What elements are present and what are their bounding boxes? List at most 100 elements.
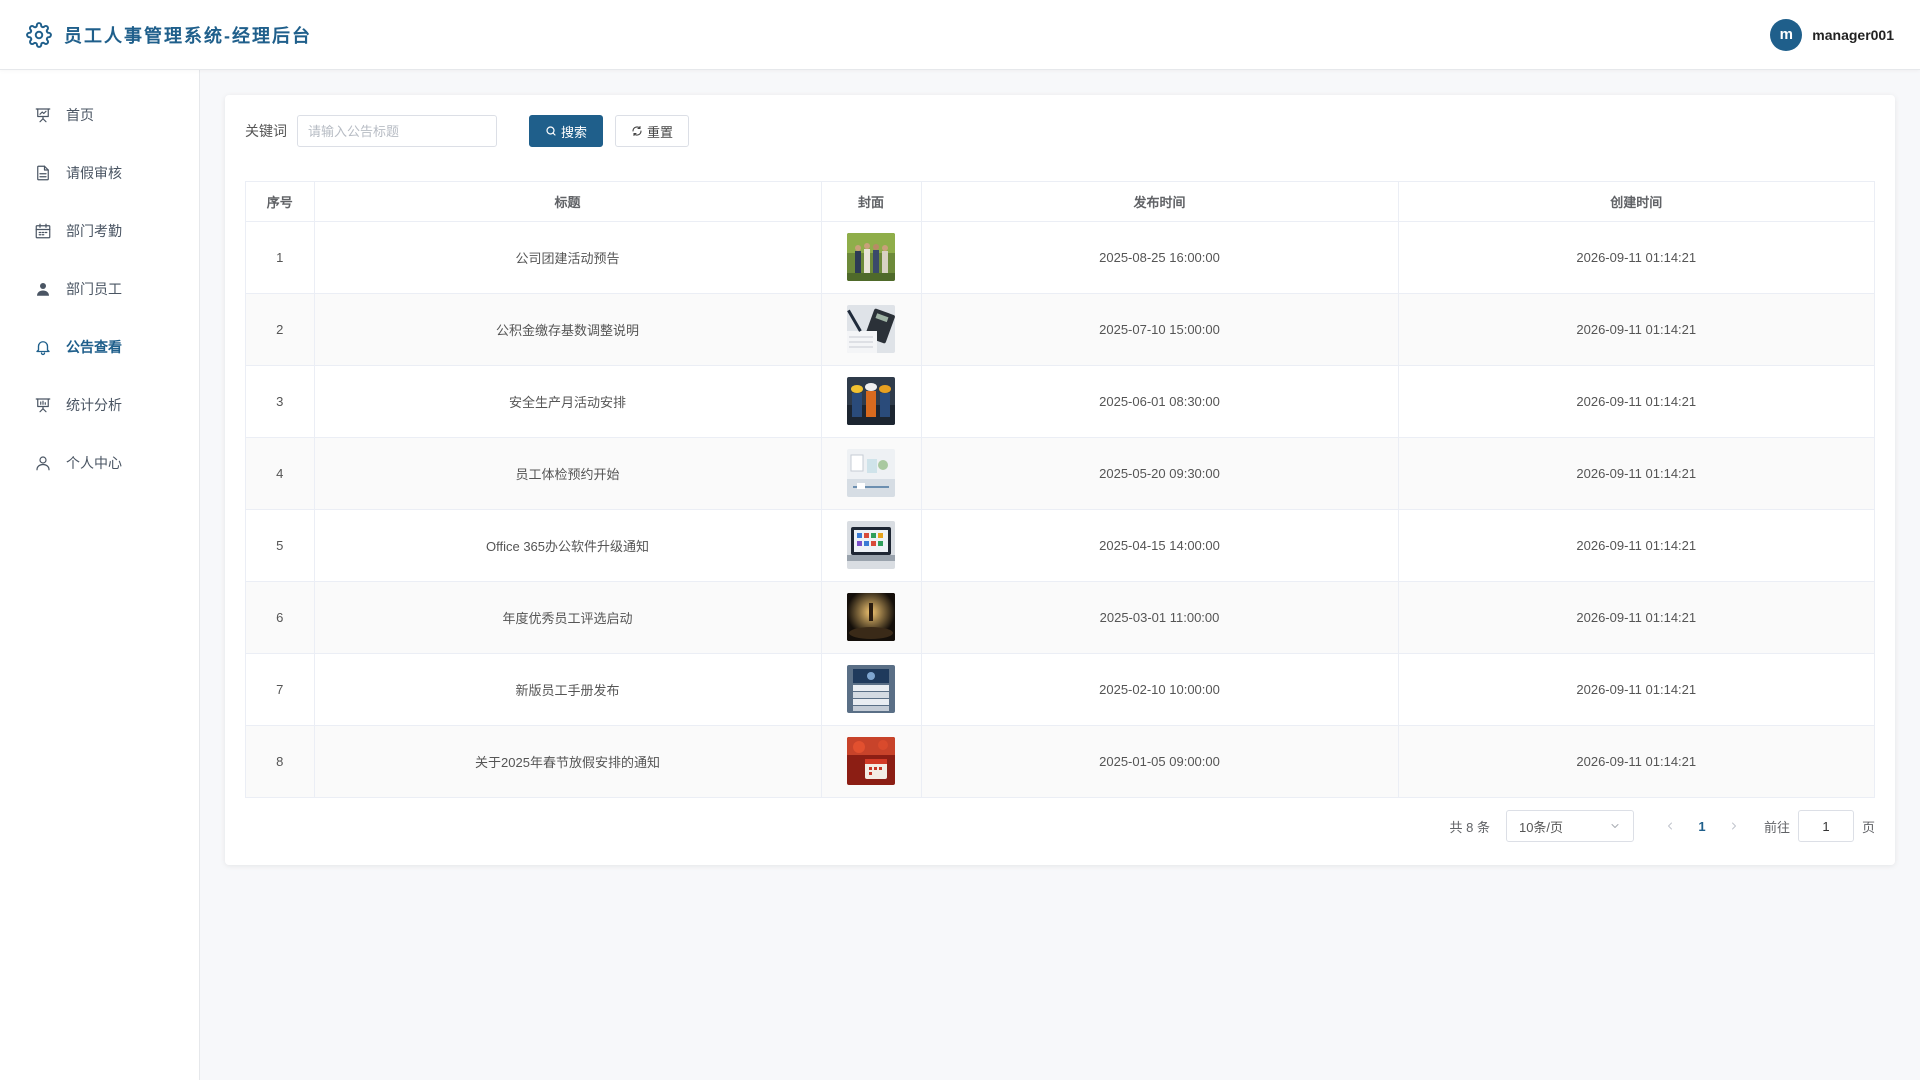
- keyword-label: 关键词: [245, 123, 287, 139]
- cell-create-time: 2026-09-11 01:14:21: [1398, 365, 1874, 438]
- sidebar-item-profile[interactable]: 个人中心: [0, 434, 199, 492]
- cover-thumbnail[interactable]: [847, 449, 895, 497]
- chevron-left-icon: [1664, 820, 1676, 832]
- table-row[interactable]: 7 新版员工手册发布 2025-02-10 10:00:00 2026-09-1…: [246, 653, 1874, 726]
- pagination: 共 8 条 10条/页 1 前往 页: [1449, 810, 1875, 842]
- column-header-index[interactable]: 序号: [246, 182, 315, 222]
- avatar[interactable]: m: [1770, 18, 1803, 51]
- sidebar-item-label: 部门员工: [66, 281, 122, 297]
- column-header-cover[interactable]: 封面: [821, 182, 922, 222]
- table-row[interactable]: 2 公积金缴存基数调整说明 2025-07-10 15:00:00 2026-0…: [246, 293, 1874, 366]
- pagination-total: 共 8 条: [1449, 819, 1490, 835]
- sidebar-item-label: 统计分析: [66, 397, 122, 413]
- cell-publish-time: 2025-05-20 09:30:00: [921, 437, 1399, 510]
- sidebar-item-label: 个人中心: [66, 455, 122, 471]
- sidebar-item-leave-review[interactable]: 请假审核: [0, 144, 199, 202]
- cell-create-time: 2026-09-11 01:14:21: [1398, 509, 1874, 582]
- search-button[interactable]: 搜索: [529, 115, 604, 147]
- cell-index: 1: [246, 221, 315, 294]
- username[interactable]: manager001: [1812, 27, 1894, 43]
- cell-publish-time: 2025-06-01 08:30:00: [921, 365, 1399, 438]
- goto-page-input[interactable]: [1797, 810, 1854, 842]
- sidebar: 首页 请假审核 部门考勤 部门员工 公告查看 统计分析 个人中心: [0, 70, 200, 1080]
- table-row[interactable]: 6 年度优秀员工评选启动 2025-03-01 11:00:00 2026-09…: [246, 581, 1874, 654]
- keyword-input[interactable]: [297, 115, 497, 147]
- sidebar-item-statistics[interactable]: 统计分析: [0, 376, 199, 434]
- page-size-value: 10条/页: [1518, 819, 1564, 835]
- cell-create-time: 2026-09-11 01:14:21: [1398, 581, 1874, 654]
- cell-create-time: 2026-09-11 01:14:21: [1398, 653, 1874, 726]
- top-header: 员工人事管理系统-经理后台 m manager001: [0, 0, 1920, 70]
- cover-thumbnail[interactable]: [847, 377, 895, 425]
- bell-icon: [34, 338, 52, 356]
- cell-publish-time: 2025-03-01 11:00:00: [921, 581, 1399, 654]
- search-button-label: 搜索: [561, 124, 588, 140]
- cell-index: 6: [246, 581, 315, 654]
- column-header-create-time[interactable]: 创建时间: [1398, 182, 1874, 222]
- cell-title: 新版员工手册发布: [314, 653, 822, 726]
- page-suffix-label: 页: [1861, 819, 1875, 835]
- user-filled-icon: [34, 280, 52, 298]
- cell-index: 8: [246, 725, 315, 797]
- calendar-icon: [34, 222, 52, 240]
- reset-button-label: 重置: [647, 124, 674, 140]
- chevron-down-icon: [1609, 820, 1621, 832]
- chevron-right-icon: [1728, 820, 1740, 832]
- cell-index: 4: [246, 437, 315, 510]
- document-icon: [34, 164, 52, 182]
- announcement-card: 关键词 搜索 重置 序号 标题 封面 发布时间: [225, 95, 1895, 865]
- sidebar-item-announcements[interactable]: 公告查看: [0, 318, 199, 376]
- user-outline-icon: [34, 454, 52, 472]
- column-header-title[interactable]: 标题: [314, 182, 822, 222]
- cell-title: 安全生产月活动安排: [314, 365, 822, 438]
- cell-title: 年度优秀员工评选启动: [314, 581, 822, 654]
- cell-title: 公司团建活动预告: [314, 221, 822, 294]
- cell-title: Office 365办公软件升级通知: [314, 509, 822, 582]
- reset-button[interactable]: 重置: [615, 115, 690, 147]
- cover-thumbnail[interactable]: [847, 305, 895, 353]
- sidebar-item-home[interactable]: 首页: [0, 86, 199, 144]
- cell-title: 公积金缴存基数调整说明: [314, 293, 822, 366]
- cover-thumbnail[interactable]: [847, 665, 895, 713]
- column-header-publish-time[interactable]: 发布时间: [921, 182, 1399, 222]
- gear-icon: [26, 21, 52, 48]
- cell-publish-time: 2025-07-10 15:00:00: [921, 293, 1399, 366]
- sidebar-item-attendance[interactable]: 部门考勤: [0, 202, 199, 260]
- refresh-icon: [631, 125, 643, 137]
- user-menu[interactable]: m manager001: [1770, 18, 1894, 51]
- cover-thumbnail[interactable]: [847, 737, 895, 786]
- sidebar-item-label: 首页: [66, 107, 94, 123]
- cover-thumbnail[interactable]: [847, 593, 895, 641]
- sidebar-item-employees[interactable]: 部门员工: [0, 260, 199, 318]
- goto-label: 前往: [1763, 819, 1790, 835]
- table-row[interactable]: 1 公司团建活动预告 2025-08-25 16:00:00 2026-09-1…: [246, 221, 1874, 294]
- table-row[interactable]: 3 安全生产月活动安排 2025-06-01 08:30:00 2026-09-…: [246, 365, 1874, 438]
- sidebar-item-label: 请假审核: [66, 165, 122, 181]
- table-row[interactable]: 4 员工体检预约开始 2025-05-20 09:30:00 2026-09-1…: [246, 437, 1874, 510]
- table-header-row: 序号 标题 封面 发布时间 创建时间: [246, 182, 1874, 222]
- table-row[interactable]: 5 Office 365办公软件升级通知 2025-04-15 14:00:00…: [246, 509, 1874, 582]
- cell-index: 2: [246, 293, 315, 366]
- cell-create-time: 2026-09-11 01:14:21: [1398, 437, 1874, 510]
- cell-title: 员工体检预约开始: [314, 437, 822, 510]
- cell-publish-time: 2025-01-05 09:00:00: [921, 725, 1399, 797]
- table-row[interactable]: 8 关于2025年春节放假安排的通知 2025-01-05 09:00:00 2…: [246, 725, 1874, 797]
- cell-index: 7: [246, 653, 315, 726]
- brand: 员工人事管理系统-经理后台: [26, 21, 312, 48]
- app-title: 员工人事管理系统-经理后台: [64, 25, 312, 46]
- cover-thumbnail[interactable]: [847, 233, 895, 281]
- chart-board-icon: [34, 396, 52, 414]
- presentation-icon: [34, 106, 52, 124]
- sidebar-item-label: 部门考勤: [66, 223, 122, 239]
- cell-title: 关于2025年春节放假安排的通知: [314, 725, 822, 797]
- search-bar: 关键词 搜索 重置: [245, 115, 1875, 147]
- prev-page-button[interactable]: [1658, 820, 1682, 832]
- cell-create-time: 2026-09-11 01:14:21: [1398, 221, 1874, 294]
- cover-thumbnail[interactable]: [847, 521, 895, 569]
- page-size-select[interactable]: 10条/页: [1505, 810, 1634, 842]
- next-page-button[interactable]: [1722, 820, 1746, 832]
- cell-publish-time: 2025-02-10 10:00:00: [921, 653, 1399, 726]
- cell-publish-time: 2025-04-15 14:00:00: [921, 509, 1399, 582]
- page-number-current[interactable]: 1: [1682, 819, 1722, 834]
- search-icon: [545, 125, 557, 137]
